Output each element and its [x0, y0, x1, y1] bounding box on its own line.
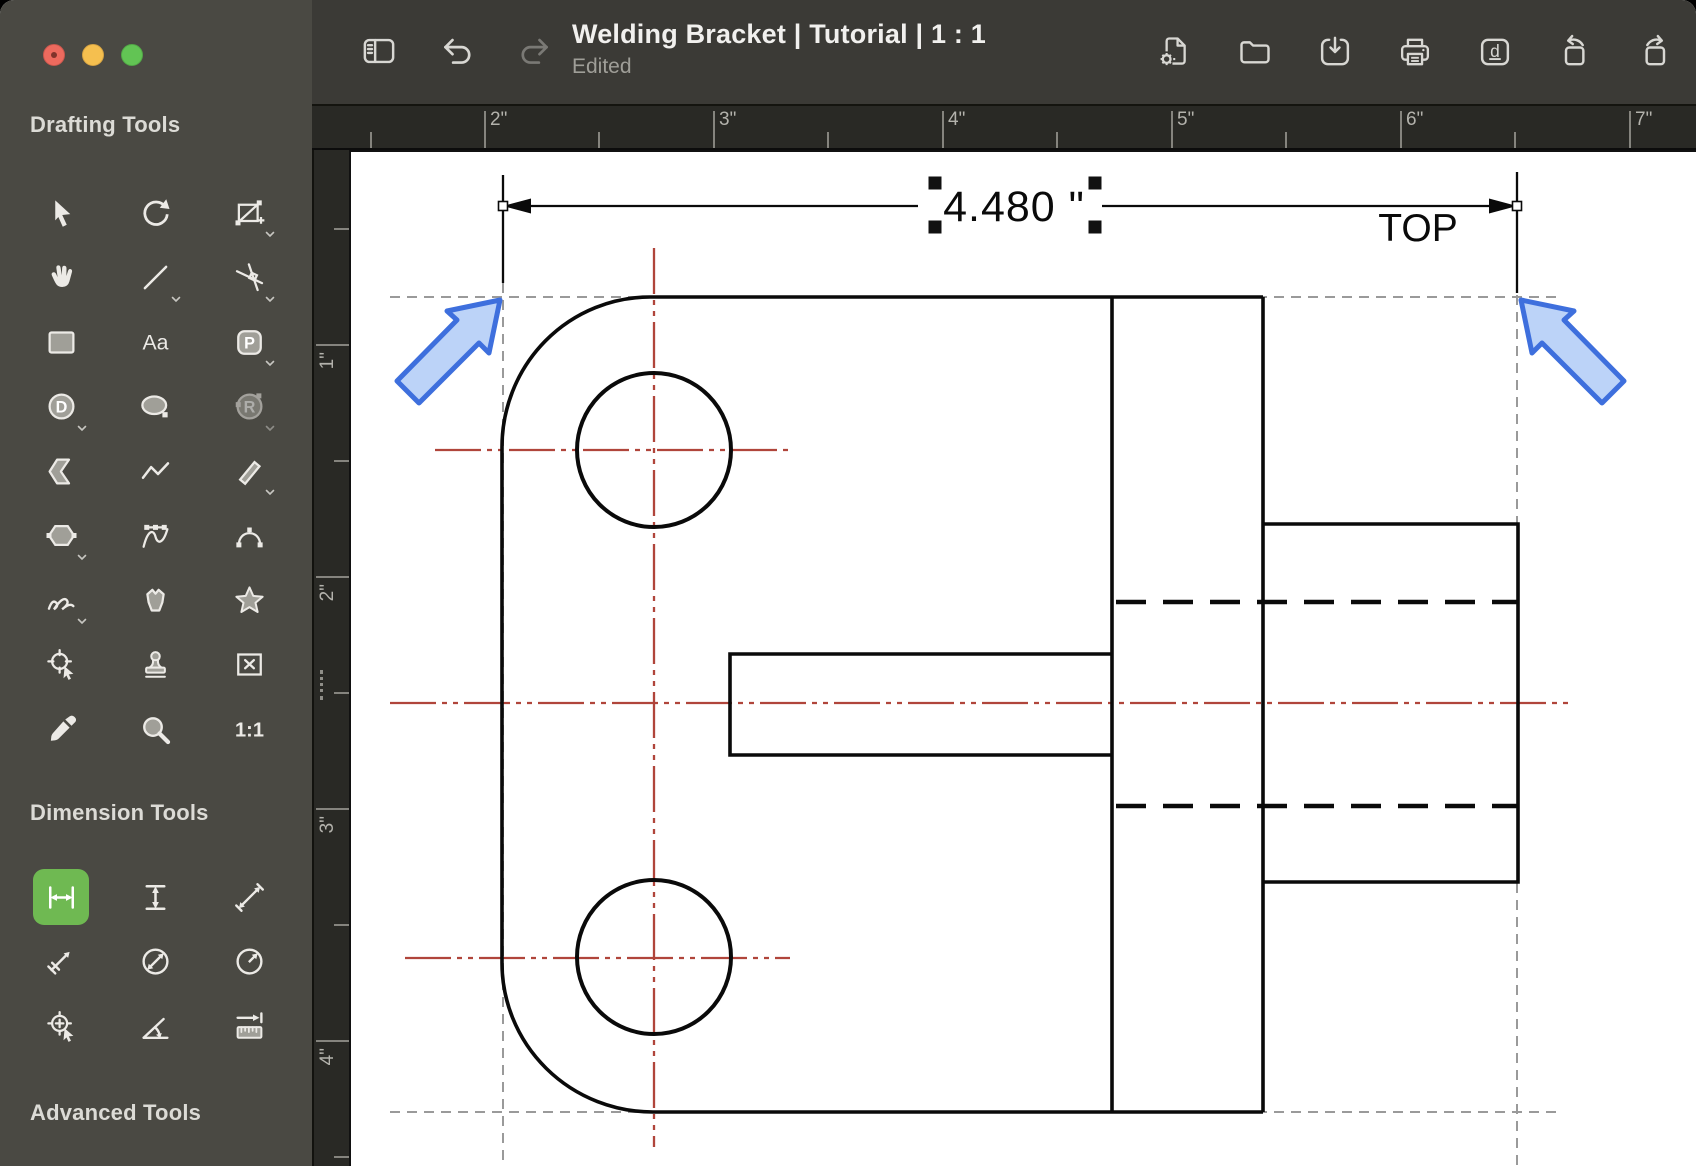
tool-actual-size[interactable] [221, 701, 277, 757]
rotate-left-button[interactable] [1556, 33, 1594, 71]
ruler-label: 1" [317, 352, 338, 370]
ruler-tick-major [316, 1040, 349, 1042]
ruler-vertical: 1" 2" 3" 4" [312, 106, 349, 1166]
undo-button[interactable] [438, 32, 476, 70]
tool-closed-shape[interactable] [127, 572, 183, 628]
print-button[interactable] [1396, 33, 1434, 71]
tool-parallelogram[interactable] [221, 314, 277, 370]
ruler-label: 2" [490, 109, 508, 130]
ruler-tick-minor [827, 132, 829, 148]
tool-circle-radius[interactable] [221, 379, 277, 435]
sidebar: Drafting Tools Dimension Tools Advanced To… [0, 0, 312, 1166]
tool-select[interactable] [33, 185, 89, 241]
tool-angled-dimension[interactable] [33, 934, 89, 990]
tool-pan[interactable] [33, 250, 89, 306]
ruler-tick-minor [1514, 132, 1516, 148]
tool-radius-dimension[interactable] [221, 934, 277, 990]
tool-ellipse[interactable] [127, 379, 183, 435]
ruler-tick-minor [370, 132, 372, 148]
ruler-cursor-marker [320, 670, 323, 700]
ruler-label: 2" [317, 584, 338, 602]
tool-rotate[interactable] [127, 185, 183, 241]
tool-stamp[interactable] [127, 637, 183, 693]
ruler-tick-minor [334, 692, 349, 694]
ruler-tick-minor [334, 228, 349, 230]
detail-view-button[interactable] [1476, 33, 1514, 71]
sidebar-toggle-button[interactable] [360, 32, 398, 70]
ruler-label: 3" [719, 109, 737, 130]
document-status: Edited [572, 55, 632, 78]
ruler-tick-minor [1056, 132, 1058, 148]
ruler-label: 4" [948, 109, 966, 130]
ruler-tick-major [942, 111, 944, 148]
tool-line[interactable] [127, 250, 183, 306]
tool-linear-dimension[interactable] [33, 869, 89, 925]
ruler-label: 7" [1635, 109, 1653, 130]
ruler-tick-major [1171, 111, 1173, 148]
ruler-tick-major [713, 111, 715, 148]
ruler-tick-minor [334, 460, 349, 462]
ruler-tick-major [316, 344, 349, 346]
section-label-drafting-tools: Drafting Tools [30, 112, 181, 137]
tool-polyline[interactable] [127, 443, 183, 499]
ruler-label: 5" [1177, 109, 1195, 130]
tool-eyedropper[interactable] [33, 701, 89, 757]
open-folder-button[interactable] [1236, 33, 1274, 71]
toolbar: Welding Bracket | Tutorial | 1 : 1 Edite… [312, 0, 1696, 106]
tool-spline[interactable] [127, 508, 183, 564]
rotate-right-button[interactable] [1636, 33, 1674, 71]
tool-delete-area[interactable] [221, 637, 277, 693]
tool-arc[interactable] [221, 508, 277, 564]
tool-angular-dimension[interactable] [127, 998, 183, 1054]
ruler-label: 4" [317, 1048, 338, 1066]
tool-polygon[interactable] [33, 508, 89, 564]
title-block: Welding Bracket | Tutorial | 1 : 1 Edite… [572, 19, 986, 79]
tool-arrow-shape[interactable] [33, 443, 89, 499]
ruler-label: 3" [317, 816, 338, 834]
minimize-button[interactable] [82, 44, 104, 66]
document-settings-button[interactable] [1156, 33, 1194, 71]
ruler-tick-major [1629, 111, 1631, 148]
tool-aligned-dimension[interactable] [221, 869, 277, 925]
tool-rectangle[interactable] [33, 314, 89, 370]
tool-circle-diameter[interactable] [33, 379, 89, 435]
document-title: Welding Bracket | Tutorial | 1 : 1 [572, 19, 986, 49]
tool-zoom[interactable] [127, 701, 183, 757]
tool-vertical-dimension[interactable] [127, 869, 183, 925]
ruler-tick-major [484, 111, 486, 148]
app-window: Drafting Tools Dimension Tools Advanced To… [0, 0, 1696, 1166]
ruler-tick-minor [334, 924, 349, 926]
tool-star[interactable] [221, 572, 277, 628]
zoom-window-button[interactable] [121, 44, 143, 66]
section-label-advanced-tools: Advanced Tools [30, 1100, 202, 1125]
tool-text[interactable] [127, 314, 183, 370]
ruler-tick-minor [598, 132, 600, 148]
tool-double-line[interactable] [221, 443, 277, 499]
tool-freehand[interactable] [33, 572, 89, 628]
ruler-tick-minor [334, 1156, 349, 1158]
close-button[interactable] [43, 44, 65, 66]
section-label-dimension-tools: Dimension Tools [30, 800, 209, 825]
ruler-tick-major [1400, 111, 1402, 148]
tool-snap-point[interactable] [33, 637, 89, 693]
ruler-horizontal: 2" 3" 4" 5" 6" 7" [312, 106, 1696, 150]
ruler-tick-minor [1285, 132, 1287, 148]
tool-construction-line[interactable] [221, 250, 277, 306]
drawing-page[interactable] [349, 150, 1696, 1166]
ruler-label: 6" [1406, 109, 1424, 130]
tool-baseline-dimension[interactable] [221, 998, 277, 1054]
tool-diameter-dimension[interactable] [127, 934, 183, 990]
ruler-tick-major [316, 576, 349, 578]
tool-center-mark[interactable] [33, 998, 89, 1054]
tool-free-transform[interactable] [221, 185, 277, 241]
import-button[interactable] [1316, 33, 1354, 71]
redo-button[interactable] [516, 32, 554, 70]
ruler-tick-major [316, 808, 349, 810]
